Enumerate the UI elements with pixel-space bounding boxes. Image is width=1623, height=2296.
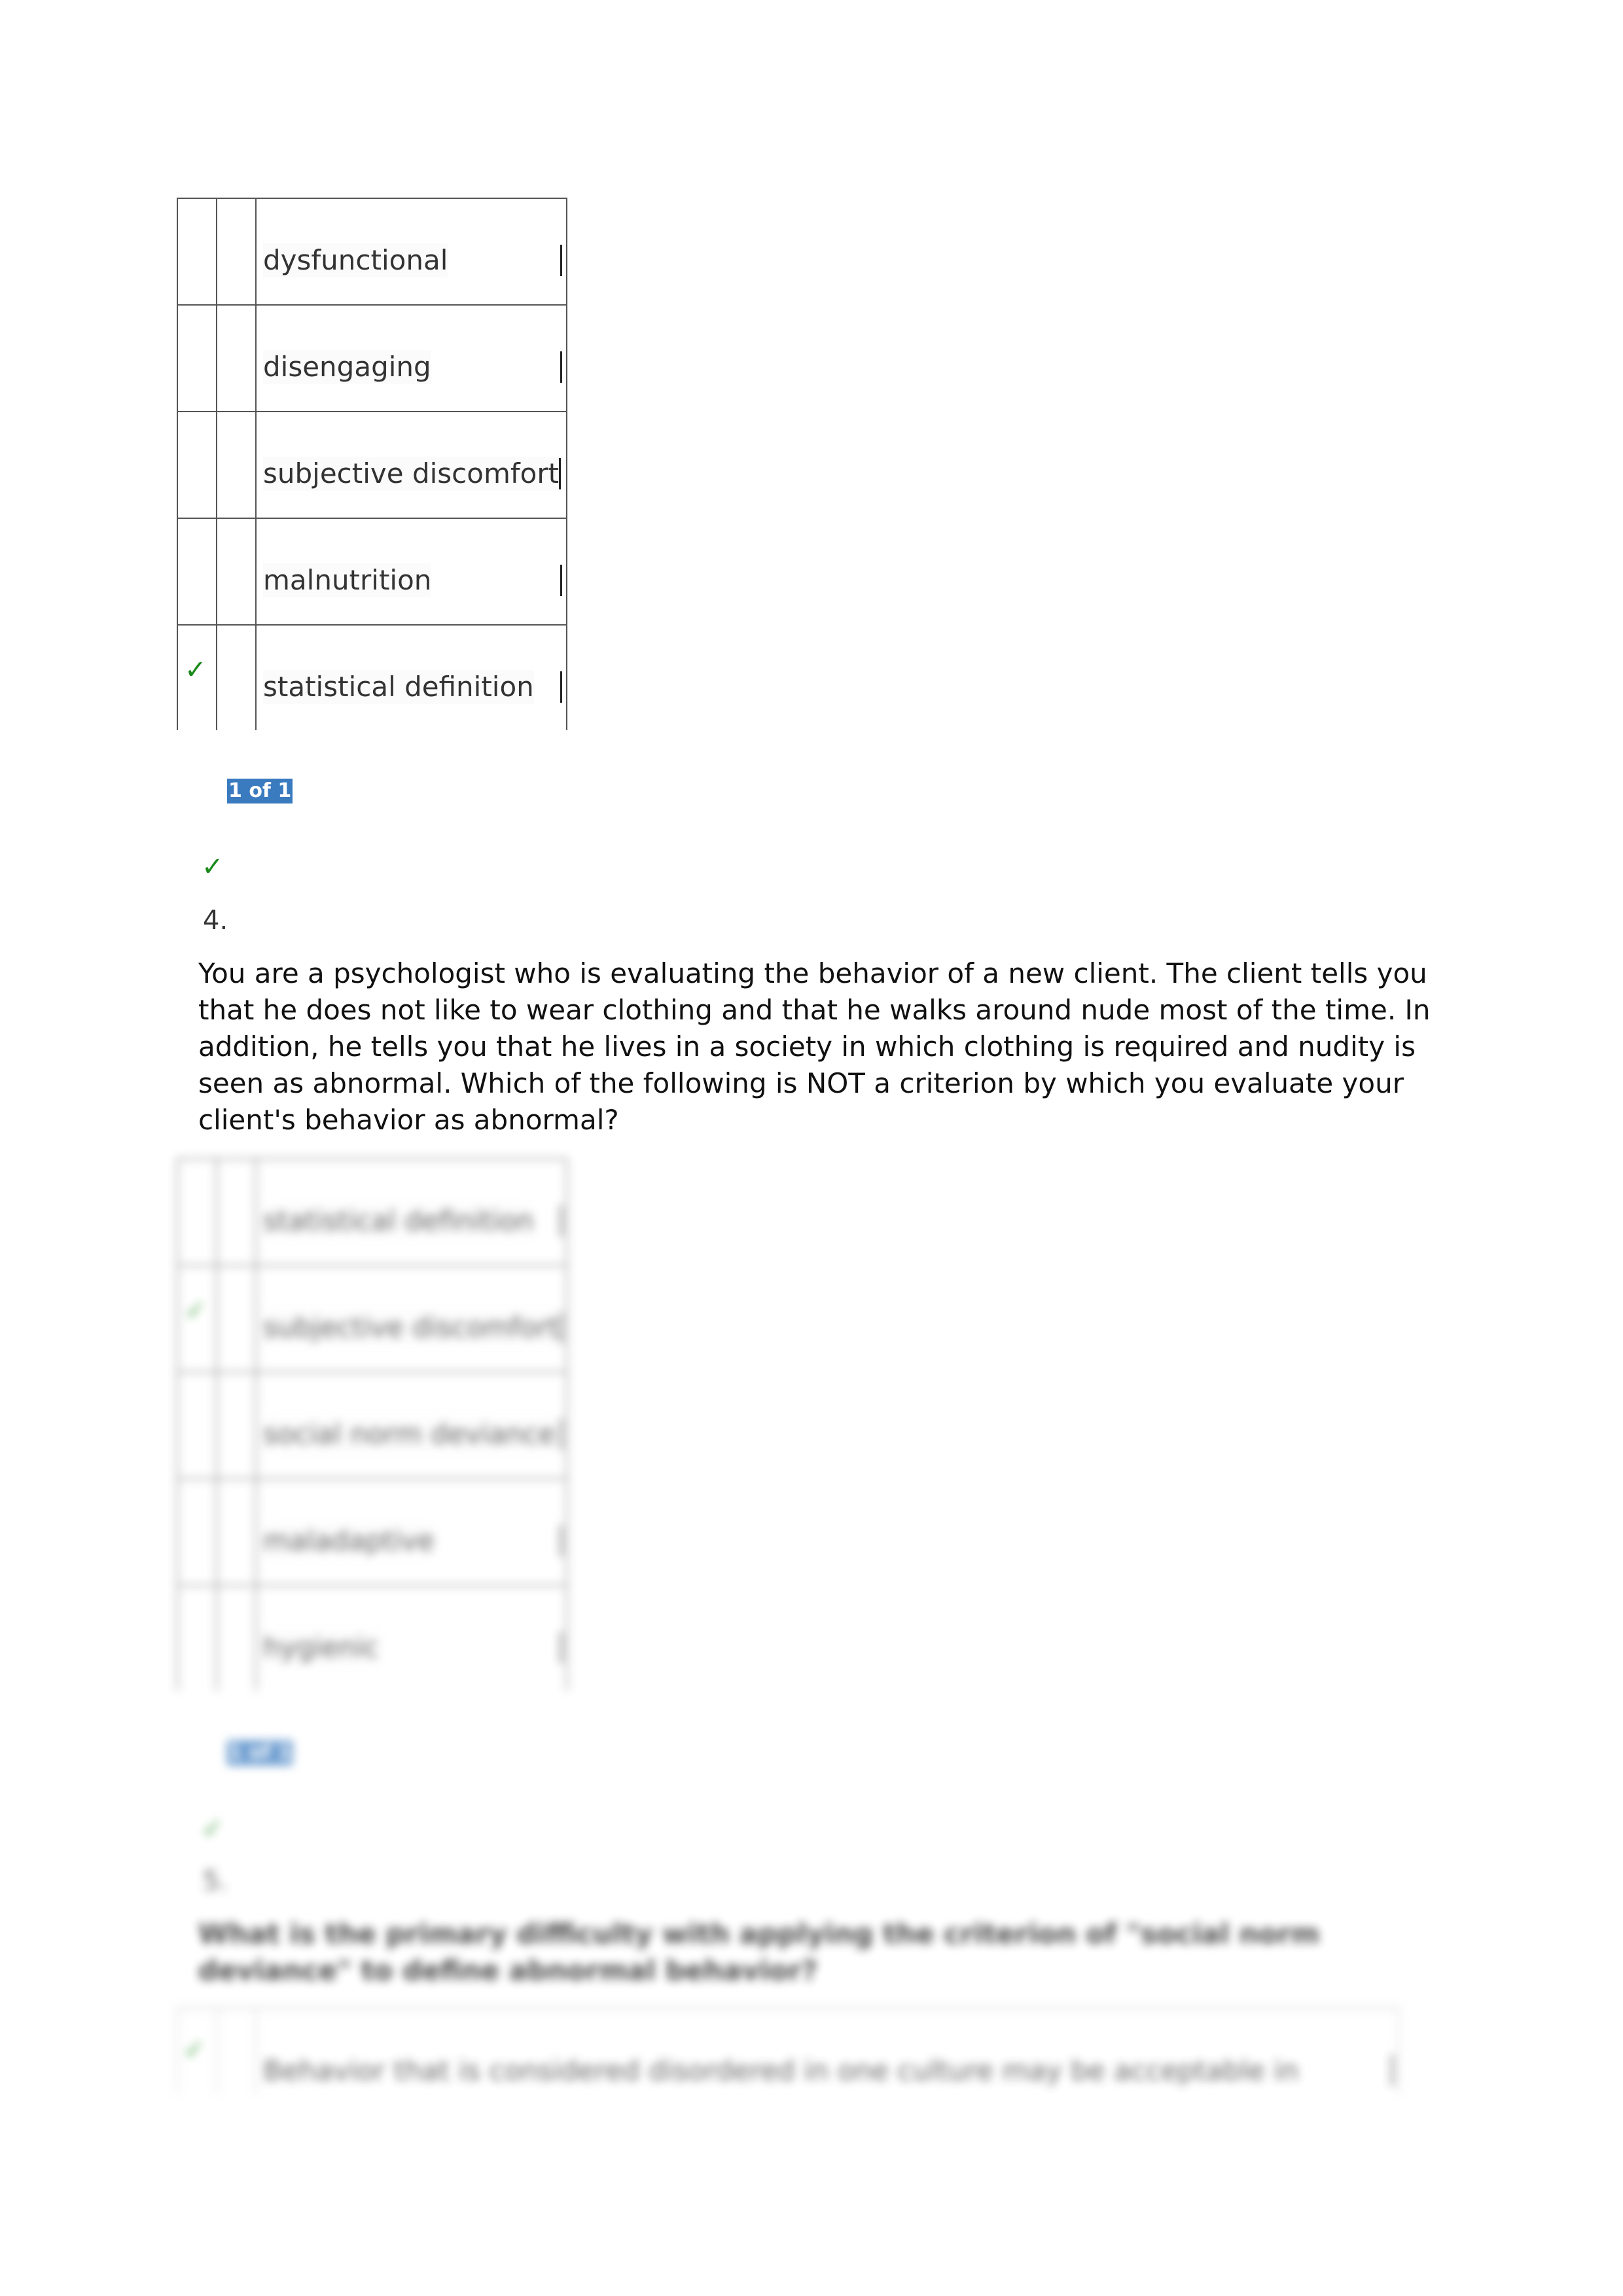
answer-label: malnutrition — [263, 563, 432, 597]
q3-answer-table: dysfunctional disengaging subjective dis… — [177, 198, 567, 730]
text-cursor — [1391, 2055, 1393, 2086]
answer-row[interactable]: statistical definition — [178, 1158, 566, 1265]
text-cursor — [559, 458, 561, 489]
label-cell: dysfunctional — [257, 199, 566, 304]
mark-cell — [178, 519, 217, 624]
answer-row[interactable]: hygienic — [178, 1585, 566, 1691]
answer-label: hygienic — [263, 1631, 380, 1665]
answer-row[interactable]: maladaptive — [178, 1478, 566, 1585]
text-cursor — [560, 1525, 562, 1557]
radio-cell[interactable] — [217, 1479, 257, 1585]
check-icon: ✓ — [202, 1814, 224, 1844]
label-cell: statistical definition — [257, 626, 566, 730]
mark-cell — [178, 1159, 217, 1265]
radio-cell[interactable] — [217, 1586, 257, 1691]
answer-row[interactable]: disengaging — [178, 304, 566, 411]
label-cell: maladaptive — [257, 1479, 566, 1585]
radio-cell[interactable] — [217, 306, 257, 411]
text-cursor — [560, 671, 562, 703]
text-cursor — [560, 1419, 562, 1450]
mark-cell: ✓ — [178, 1266, 217, 1371]
label-cell: subjective discomfort — [257, 412, 566, 518]
text-cursor — [560, 351, 562, 383]
text-cursor — [560, 245, 562, 276]
mark-cell: ✓ — [178, 626, 217, 730]
score-badge: 1 of 1 — [227, 779, 293, 804]
radio-cell[interactable] — [217, 519, 257, 624]
question-number: 5. — [203, 1866, 228, 1896]
question-number: 4. — [203, 906, 228, 936]
question-text: You are a psychologist who is evaluating… — [198, 957, 1431, 1136]
text-cursor — [560, 1205, 562, 1237]
mark-cell — [178, 1586, 217, 1691]
answer-row[interactable]: subjective discomfort — [178, 411, 566, 518]
mark-cell — [178, 1373, 217, 1478]
label-cell: hygienic — [257, 1586, 566, 1691]
mark-cell — [178, 306, 217, 411]
answer-label: social norm deviance — [263, 1417, 556, 1451]
radio-cell[interactable] — [217, 2009, 257, 2094]
answer-label: subjective discomfort — [263, 1311, 560, 1345]
label-cell: subjective discomfort — [257, 1266, 566, 1371]
check-icon: ✓ — [185, 1296, 207, 1326]
text-cursor — [560, 1312, 562, 1343]
answer-label: statistical definition — [263, 1204, 534, 1238]
text-cursor — [560, 565, 562, 596]
answer-label: maladaptive — [263, 1524, 435, 1558]
q5-answer-table: ✓ Behavior that is considered disordered… — [177, 2007, 1400, 2094]
radio-cell[interactable] — [217, 1266, 257, 1371]
radio-cell[interactable] — [217, 626, 257, 730]
mark-cell — [178, 412, 217, 518]
q4-answer-table: statistical definition ✓ subjective disc… — [177, 1158, 567, 1691]
mark-cell — [178, 1479, 217, 1585]
mark-cell — [178, 199, 217, 304]
label-cell: social norm deviance — [257, 1373, 566, 1478]
answer-row[interactable]: dysfunctional — [178, 198, 566, 304]
label-cell: statistical definition — [257, 1159, 566, 1265]
score-badge: 1 of 1 — [227, 1740, 293, 1765]
mark-cell: ✓ — [178, 2009, 217, 2094]
answer-label: Behavior that is considered disordered i… — [263, 2055, 1299, 2087]
answer-label: statistical definition — [263, 670, 534, 704]
check-icon: ✓ — [202, 852, 224, 882]
answer-label: subjective discomfort — [263, 457, 560, 491]
answer-row[interactable]: ✓ statistical definition — [178, 624, 566, 730]
radio-cell[interactable] — [217, 1373, 257, 1478]
label-cell: disengaging — [257, 306, 566, 411]
check-icon: ✓ — [183, 2035, 205, 2065]
question-text: What is the primary difficulty with appl… — [198, 1918, 1320, 1987]
radio-cell[interactable] — [217, 199, 257, 304]
check-icon: ✓ — [185, 655, 207, 685]
radio-cell[interactable] — [217, 1159, 257, 1265]
answer-label: disengaging — [263, 350, 431, 384]
answer-row[interactable]: malnutrition — [178, 518, 566, 624]
answer-row[interactable]: ✓ subjective discomfort — [178, 1265, 566, 1371]
label-cell: malnutrition — [257, 519, 566, 624]
answer-row[interactable]: social norm deviance — [178, 1371, 566, 1478]
radio-cell[interactable] — [217, 412, 257, 518]
answer-label: dysfunctional — [263, 243, 448, 277]
text-cursor — [560, 1632, 562, 1663]
